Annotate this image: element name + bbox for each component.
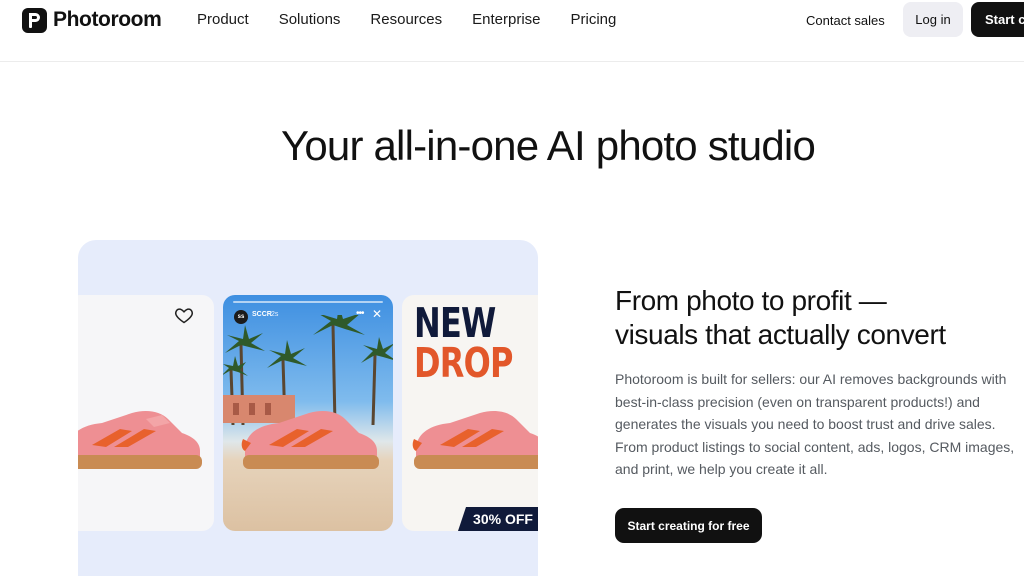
promo-headline-drop: DROP: [414, 339, 513, 387]
start-creating-button-header[interactable]: Start cr: [971, 2, 1024, 37]
nav-item-pricing[interactable]: Pricing: [571, 10, 617, 30]
brand-name: Photoroom: [53, 8, 162, 31]
start-creating-for-free-button[interactable]: Start creating for free: [615, 508, 762, 543]
main-nav: Product Solutions Resources Enterprise P…: [197, 10, 646, 30]
photoroom-logo-icon: [22, 7, 47, 33]
social-story-card: ss SCCR 2s ••• ✕: [223, 295, 393, 531]
promo-ad-card: NEW DROP 30% OFF: [402, 295, 538, 531]
section-description: Photoroom is built for sellers: our AI r…: [615, 371, 1015, 477]
heart-icon[interactable]: [174, 305, 194, 325]
brand-logo[interactable]: Photoroom: [22, 7, 162, 33]
story-progress-bar: [233, 301, 383, 303]
login-button[interactable]: Log in: [903, 2, 963, 37]
nav-item-product[interactable]: Product: [197, 10, 249, 30]
nav-item-enterprise[interactable]: Enterprise: [472, 10, 540, 30]
top-navigation-bar: Photoroom Product Solutions Resources En…: [0, 0, 1024, 62]
section-heading-line-1: From photo to profit —: [615, 285, 887, 316]
discount-badge: 30% OFF: [458, 507, 538, 531]
sneaker-image: [235, 403, 385, 473]
sneaker-image: [406, 403, 538, 473]
contact-sales-link[interactable]: Contact sales: [806, 12, 885, 30]
section-heading: From photo to profit — visuals that actu…: [615, 284, 1024, 352]
product-showcase-panel: ss SCCR 2s ••• ✕ NEW DROP 30% OFF: [78, 240, 538, 576]
nav-item-solutions[interactable]: Solutions: [279, 10, 341, 30]
product-card-white-background: [78, 295, 214, 531]
sneaker-image: [78, 403, 204, 473]
nav-item-resources[interactable]: Resources: [370, 10, 442, 30]
section-heading-line-2: visuals that actually convert: [615, 319, 946, 350]
page-title: Your all-in-one AI photo studio: [280, 122, 816, 169]
promo-headline-new: NEW: [414, 299, 496, 347]
